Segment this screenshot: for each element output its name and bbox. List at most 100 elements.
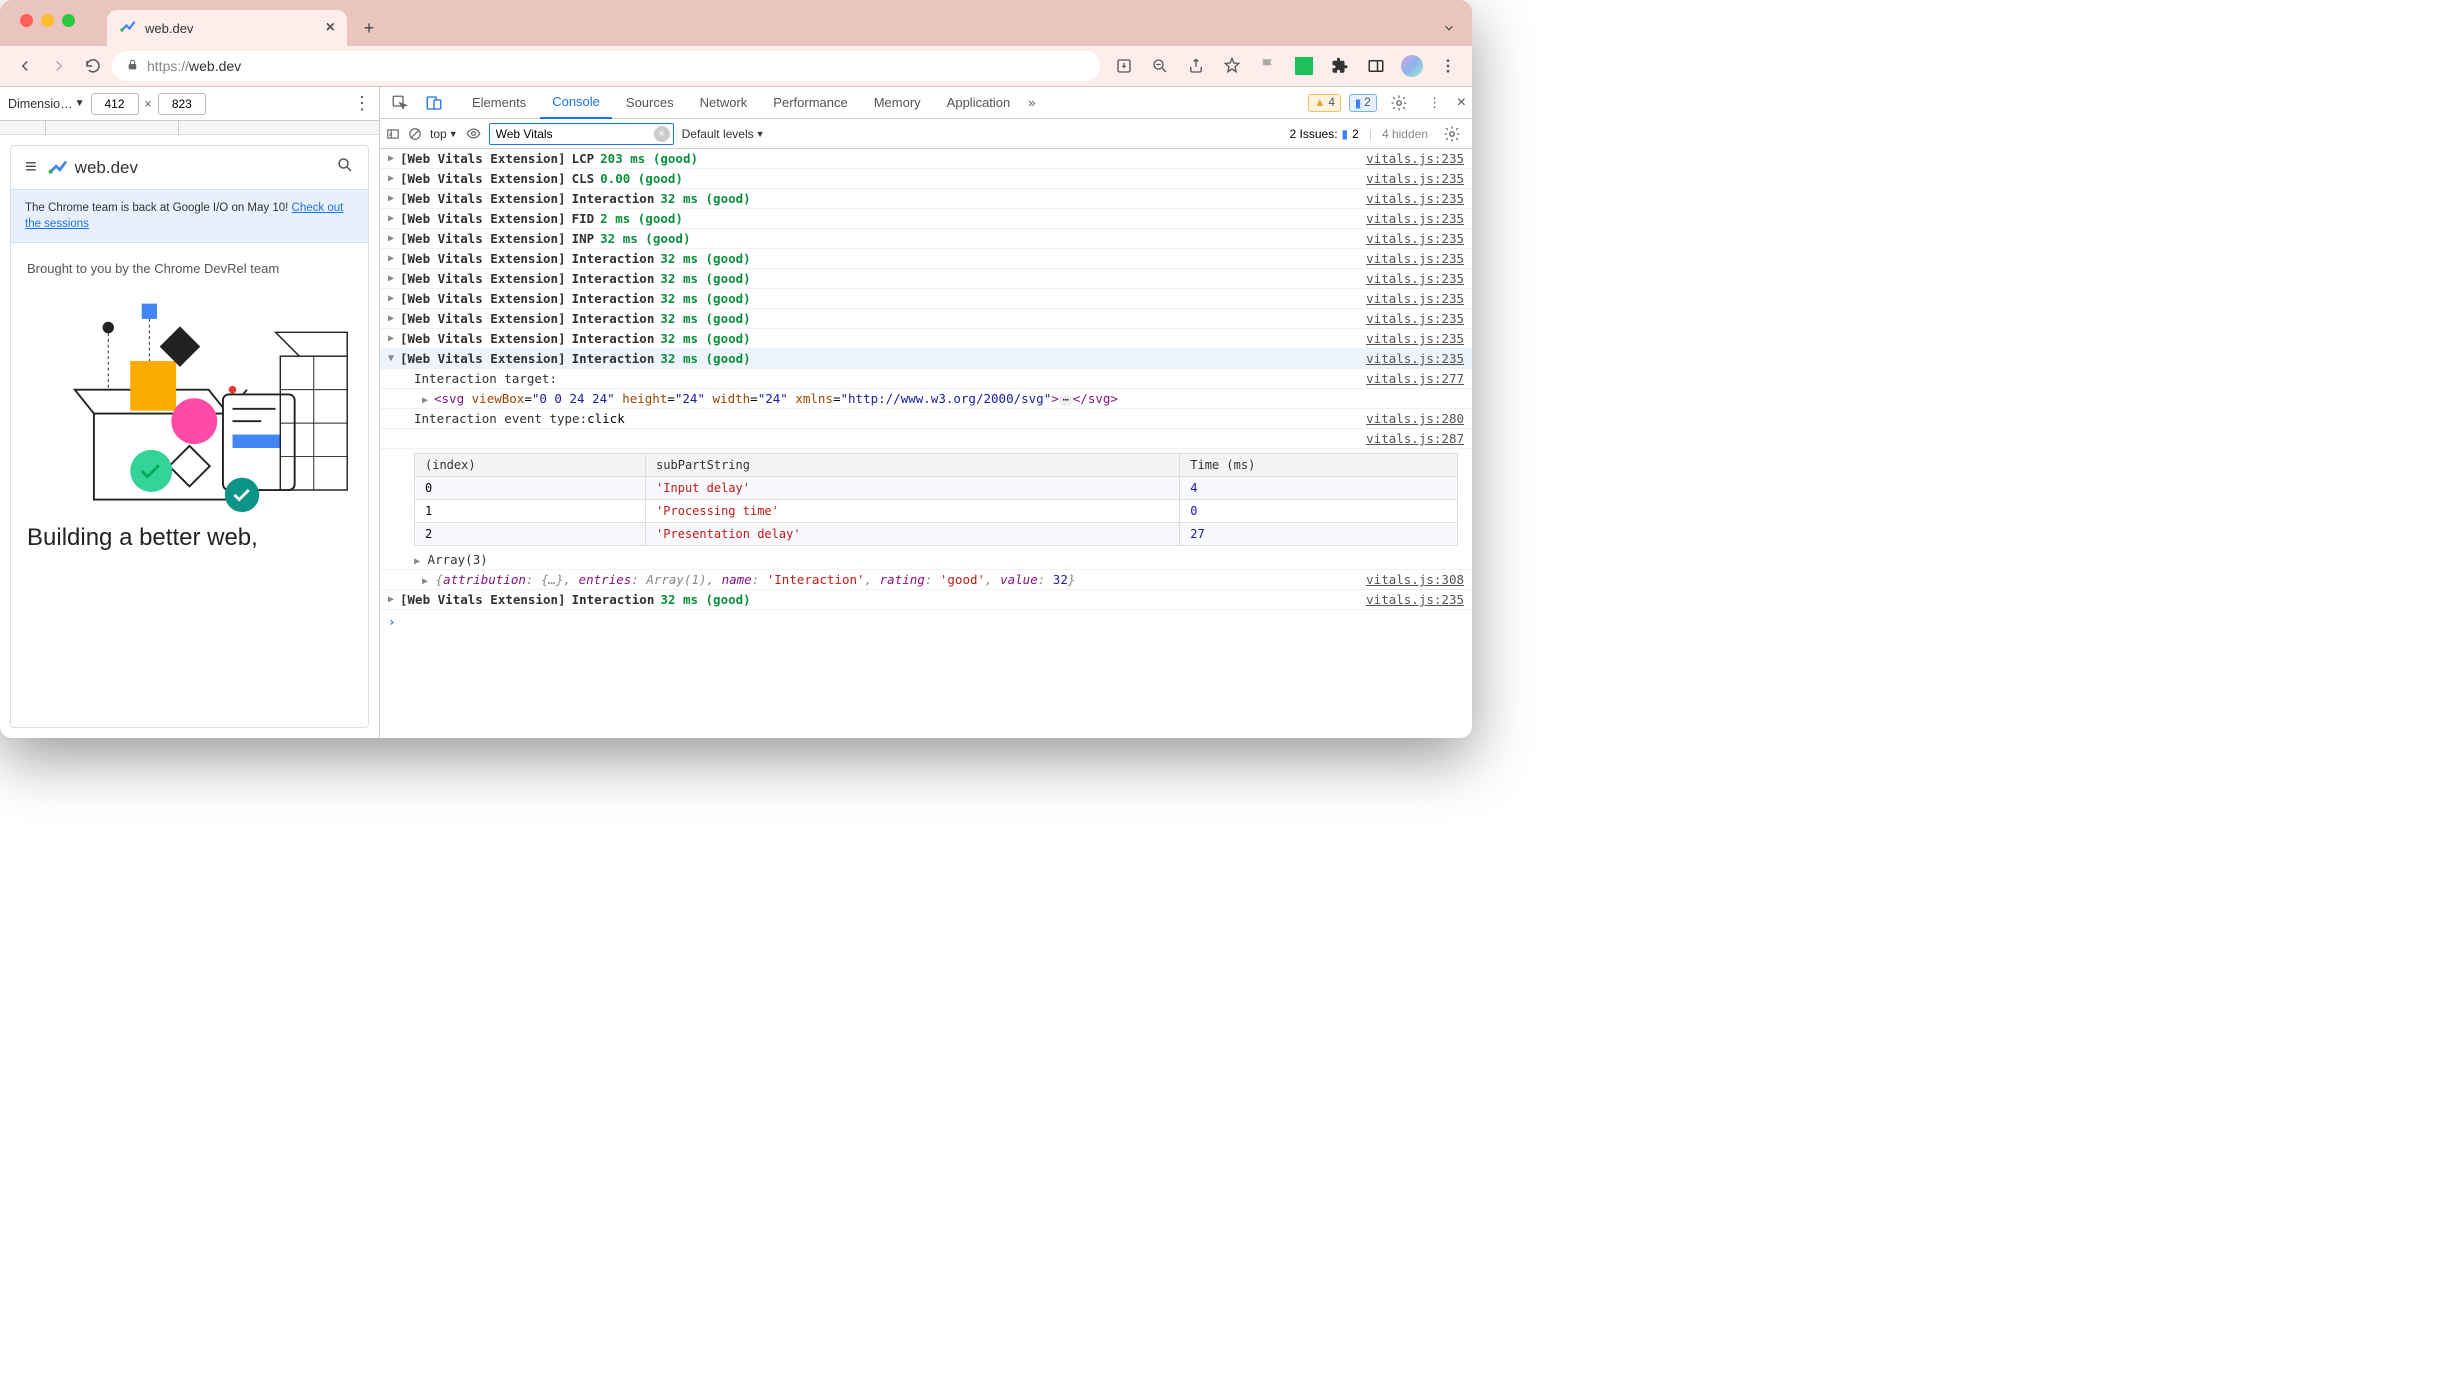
log-source-link[interactable]: vitals.js:235 bbox=[1366, 151, 1464, 166]
log-source-link[interactable]: vitals.js:235 bbox=[1366, 331, 1464, 346]
height-input[interactable] bbox=[158, 93, 206, 115]
console-log-row[interactable]: ▶ [Web Vitals Extension] Interaction 32 … bbox=[380, 269, 1472, 289]
back-button[interactable] bbox=[10, 51, 40, 81]
tab-performance[interactable]: Performance bbox=[761, 87, 859, 119]
log-source-link[interactable]: vitals.js:235 bbox=[1366, 251, 1464, 266]
emulated-page[interactable]: ≡ web.dev The Chrome team is back at Goo… bbox=[10, 145, 369, 728]
log-source-link[interactable]: vitals.js:308 bbox=[1366, 572, 1464, 587]
context-select[interactable]: top ▼ bbox=[430, 127, 458, 141]
device-more-button[interactable]: ⋮ bbox=[353, 93, 371, 114]
object-line[interactable]: ▶ {attribution: {…}, entries: Array(1), … bbox=[380, 570, 1472, 590]
browser-tab[interactable]: web.dev × bbox=[107, 10, 347, 46]
console-log-row[interactable]: ▶ [Web Vitals Extension] Interaction 32 … bbox=[380, 289, 1472, 309]
menu-button[interactable]: ≡ bbox=[25, 156, 37, 179]
expand-icon[interactable]: ▶ bbox=[388, 153, 400, 164]
device-toggle-icon[interactable] bbox=[420, 89, 448, 117]
expand-icon[interactable]: ▶ bbox=[388, 293, 400, 304]
console-sidebar-toggle[interactable] bbox=[386, 127, 400, 141]
flag-icon[interactable] bbox=[1254, 52, 1282, 80]
window-close-button[interactable] bbox=[20, 14, 33, 27]
console-log-row[interactable]: ▶ [Web Vitals Extension] Interaction 32 … bbox=[380, 590, 1472, 610]
log-source-link[interactable]: vitals.js:235 bbox=[1366, 231, 1464, 246]
console-prompt[interactable]: › bbox=[380, 610, 1472, 633]
log-source-link[interactable]: vitals.js:235 bbox=[1366, 351, 1464, 366]
array-line[interactable]: ▶ Array(3) bbox=[380, 550, 1472, 570]
tab-elements[interactable]: Elements bbox=[460, 87, 538, 119]
warning-badge[interactable]: ▲4 bbox=[1308, 94, 1341, 112]
window-minimize-button[interactable] bbox=[41, 14, 54, 27]
log-source-link[interactable]: vitals.js:287 bbox=[1366, 431, 1464, 446]
console-log-row[interactable]: ▼ [Web Vitals Extension] Interaction 32 … bbox=[380, 349, 1472, 369]
profile-avatar[interactable] bbox=[1398, 52, 1426, 80]
extensions-button[interactable] bbox=[1326, 52, 1354, 80]
expand-icon[interactable]: ▶ bbox=[388, 253, 400, 264]
share-icon[interactable] bbox=[1182, 52, 1210, 80]
tab-memory[interactable]: Memory bbox=[862, 87, 933, 119]
log-source-link[interactable]: vitals.js:280 bbox=[1366, 411, 1464, 426]
dimensions-toolbar: Dimensio… ▼ × ⋮ bbox=[0, 87, 379, 121]
log-source-link[interactable]: vitals.js:235 bbox=[1366, 271, 1464, 286]
panel-icon[interactable] bbox=[1362, 52, 1390, 80]
tabs-overflow-button[interactable]: » bbox=[1024, 95, 1039, 110]
device-select[interactable]: Dimensio… ▼ bbox=[8, 97, 85, 111]
issues-link[interactable]: 2 Issues: ▮2 bbox=[1290, 127, 1359, 141]
expand-icon[interactable]: ▼ bbox=[388, 353, 400, 364]
svg-element-line[interactable]: ▶<svg viewBox="0 0 24 24" height="24" wi… bbox=[380, 389, 1472, 409]
clear-console-button[interactable] bbox=[408, 127, 422, 141]
filter-clear-button[interactable]: × bbox=[654, 126, 670, 142]
hidden-count[interactable]: 4 hidden bbox=[1382, 127, 1428, 141]
extension-icon[interactable] bbox=[1290, 52, 1318, 80]
zoom-icon[interactable] bbox=[1146, 52, 1174, 80]
tab-sources[interactable]: Sources bbox=[614, 87, 686, 119]
console-log-row[interactable]: ▶ [Web Vitals Extension] Interaction 32 … bbox=[380, 249, 1472, 269]
levels-select[interactable]: Default levels ▼ bbox=[682, 127, 765, 141]
message-badge[interactable]: ▮2 bbox=[1349, 94, 1377, 112]
tab-network[interactable]: Network bbox=[688, 87, 760, 119]
expand-icon[interactable]: ▶ bbox=[388, 333, 400, 344]
width-input[interactable] bbox=[91, 93, 139, 115]
tab-application[interactable]: Application bbox=[935, 87, 1023, 119]
devtools-close-button[interactable]: × bbox=[1457, 94, 1466, 112]
tab-console[interactable]: Console bbox=[540, 87, 612, 119]
tabstrip-menu-button[interactable] bbox=[1442, 21, 1456, 38]
devtools-menu-button[interactable]: ⋮ bbox=[1421, 89, 1449, 117]
log-source-link[interactable]: vitals.js:277 bbox=[1366, 371, 1464, 386]
expand-icon[interactable]: ▶ bbox=[388, 313, 400, 324]
site-logo[interactable]: web.dev bbox=[47, 157, 138, 179]
window-maximize-button[interactable] bbox=[62, 14, 75, 27]
expand-icon[interactable]: ▶ bbox=[388, 173, 400, 184]
live-expression-icon[interactable] bbox=[466, 126, 481, 141]
console-log-row[interactable]: ▶ [Web Vitals Extension] CLS 0.00 (good)… bbox=[380, 169, 1472, 189]
log-source-link[interactable]: vitals.js:235 bbox=[1366, 191, 1464, 206]
log-source-link[interactable]: vitals.js:235 bbox=[1366, 211, 1464, 226]
inspect-icon[interactable] bbox=[386, 89, 414, 117]
console-settings-icon[interactable] bbox=[1438, 120, 1466, 148]
expand-icon[interactable]: ▶ bbox=[388, 273, 400, 284]
log-source-link[interactable]: vitals.js:235 bbox=[1366, 311, 1464, 326]
search-icon[interactable] bbox=[336, 156, 354, 179]
log-source-link[interactable]: vitals.js:235 bbox=[1366, 171, 1464, 186]
log-source-link[interactable]: vitals.js:235 bbox=[1366, 291, 1464, 306]
expand-icon[interactable]: ▶ bbox=[388, 213, 400, 224]
tab-close-button[interactable]: × bbox=[326, 19, 335, 37]
console-output[interactable]: ▶ [Web Vitals Extension] LCP 203 ms (goo… bbox=[380, 149, 1472, 738]
expand-icon[interactable]: ▶ bbox=[388, 193, 400, 204]
settings-icon[interactable] bbox=[1385, 89, 1413, 117]
expand-icon[interactable]: ▶ bbox=[388, 233, 400, 244]
console-log-row[interactable]: ▶ [Web Vitals Extension] LCP 203 ms (goo… bbox=[380, 149, 1472, 169]
console-log-row[interactable]: ▶ [Web Vitals Extension] Interaction 32 … bbox=[380, 309, 1472, 329]
expand-icon[interactable]: ▶ bbox=[388, 594, 400, 605]
new-tab-button[interactable]: + bbox=[355, 14, 383, 42]
url-field[interactable]: https://web.dev bbox=[112, 51, 1100, 81]
install-icon[interactable] bbox=[1110, 52, 1138, 80]
log-source-link[interactable]: vitals.js:235 bbox=[1366, 592, 1464, 607]
filter-input[interactable] bbox=[489, 123, 674, 145]
browser-menu-button[interactable] bbox=[1434, 52, 1462, 80]
bookmark-icon[interactable] bbox=[1218, 52, 1246, 80]
reload-button[interactable] bbox=[78, 51, 108, 81]
forward-button[interactable] bbox=[44, 51, 74, 81]
console-log-row[interactable]: ▶ [Web Vitals Extension] FID 2 ms (good)… bbox=[380, 209, 1472, 229]
console-log-row[interactable]: ▶ [Web Vitals Extension] Interaction 32 … bbox=[380, 329, 1472, 349]
console-log-row[interactable]: ▶ [Web Vitals Extension] Interaction 32 … bbox=[380, 189, 1472, 209]
console-log-row[interactable]: ▶ [Web Vitals Extension] INP 32 ms (good… bbox=[380, 229, 1472, 249]
